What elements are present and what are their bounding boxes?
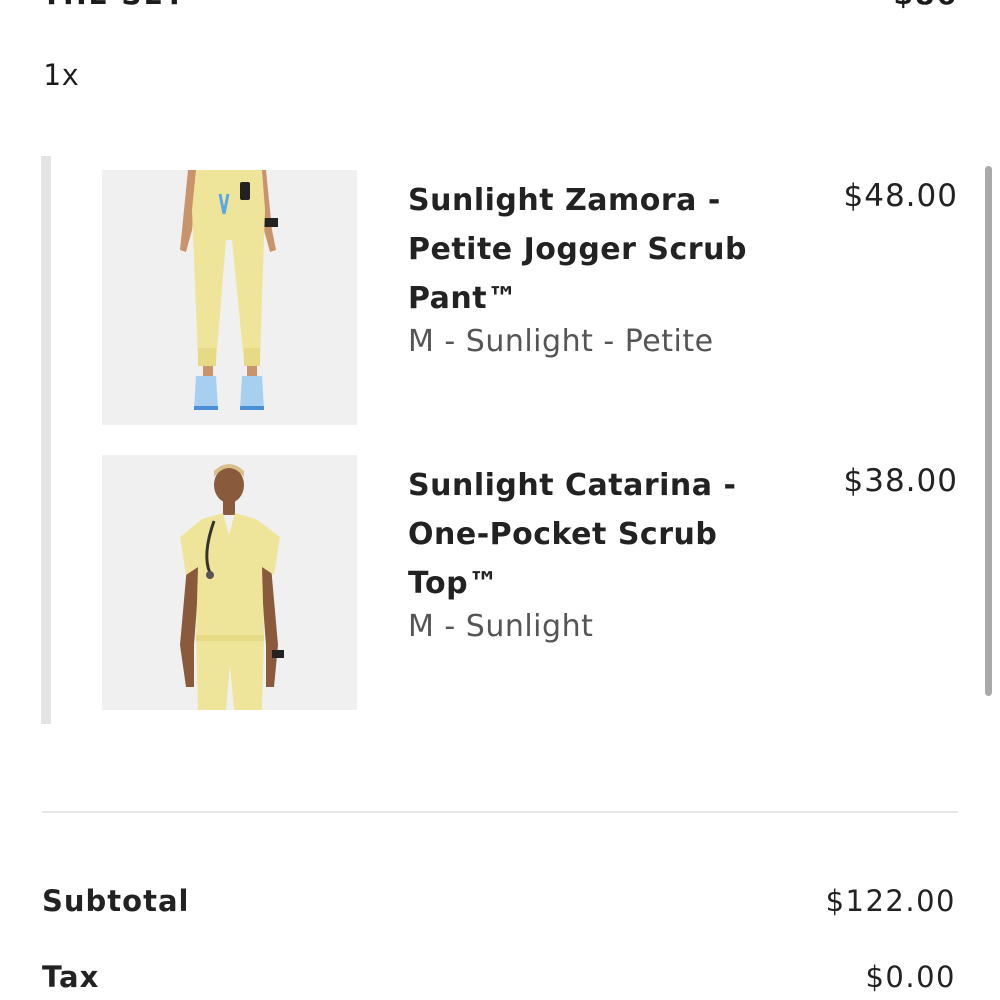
subtotal-row: Subtotal $122.00 [42, 884, 956, 918]
scrollbar[interactable] [985, 166, 992, 696]
item-variant: M - Sunlight - Petite [408, 324, 714, 359]
item-variant: M - Sunlight [408, 609, 594, 644]
scrub-top-photo [102, 455, 357, 710]
item-title[interactable]: Sunlight Catarina - One-Pocket Scrub Top… [408, 461, 798, 608]
set-quantity: 1x [43, 58, 80, 92]
set-label: THE SET [42, 0, 186, 11]
item-title[interactable]: Sunlight Zamora - Petite Jogger Scrub Pa… [408, 176, 798, 323]
set-header: THE SET $86 [42, 0, 958, 11]
item-price: $48.00 [843, 178, 958, 214]
set-price: $86 [894, 0, 958, 11]
line-item[interactable]: Sunlight Catarina - One-Pocket Scrub Top… [102, 455, 958, 711]
tax-row: Tax $0.00 [42, 960, 956, 994]
item-price: $38.00 [843, 463, 958, 499]
tax-value: $0.00 [865, 960, 956, 994]
bundle-indicator-bar [41, 156, 51, 724]
line-item[interactable]: Sunlight Zamora - Petite Jogger Scrub Pa… [102, 170, 958, 426]
section-divider [42, 811, 958, 813]
product-image-scrub-top[interactable] [102, 455, 357, 710]
subtotal-value: $122.00 [825, 884, 956, 918]
product-image-jogger[interactable] [102, 170, 357, 425]
subtotal-label: Subtotal [42, 884, 190, 918]
jogger-pants-photo [102, 170, 357, 425]
tax-label: Tax [42, 960, 100, 994]
order-summary-page: THE SET $86 1x [0, 0, 1000, 1000]
